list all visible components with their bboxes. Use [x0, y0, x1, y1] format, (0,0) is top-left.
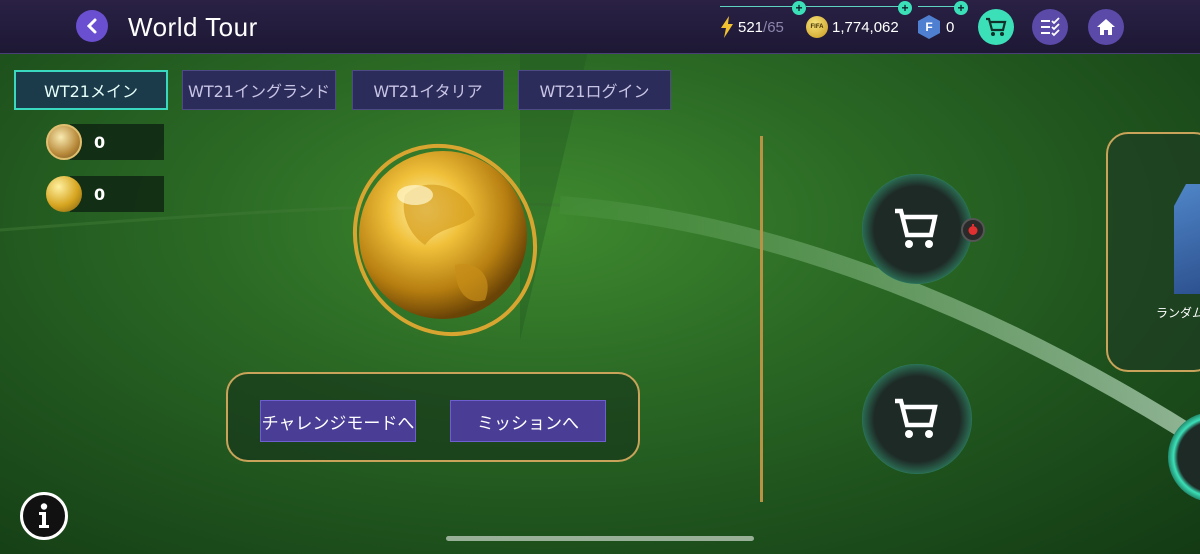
- chevron-left-icon: [86, 18, 97, 34]
- home-indicator: [446, 536, 754, 541]
- home-button[interactable]: [1088, 9, 1124, 45]
- mission-button[interactable]: ミッションへ: [450, 400, 606, 442]
- timer-icon: [961, 218, 985, 242]
- add-energy-button[interactable]: +: [792, 1, 806, 15]
- badge-token-value: 0: [94, 132, 106, 152]
- reward-card[interactable]: ランダム: [1106, 132, 1200, 372]
- tab-wt21-login[interactable]: WT21ログイン: [518, 70, 671, 110]
- challenge-mode-button[interactable]: チャレンジモードへ: [260, 400, 416, 442]
- lightning-icon: [721, 16, 733, 38]
- fifa-points-value: 0: [946, 18, 955, 36]
- home-icon: [1097, 19, 1115, 35]
- badge-token-icon: [46, 124, 82, 160]
- player-card-icon: [1174, 184, 1200, 294]
- section-divider: [760, 136, 763, 502]
- info-button[interactable]: [20, 492, 68, 540]
- badge-token-counter: 0: [46, 124, 164, 160]
- info-icon: [39, 503, 49, 528]
- action-panel: チャレンジモードへ ミッションへ: [226, 372, 640, 462]
- tab-wt21-italy[interactable]: WT21イタリア: [352, 70, 504, 110]
- cart-icon: [895, 398, 938, 438]
- energy-max: /65: [763, 18, 784, 36]
- coins-value: 1,774,062: [832, 18, 899, 36]
- back-button[interactable]: [76, 10, 108, 42]
- store-button[interactable]: [978, 9, 1014, 45]
- gold-ball-value: 0: [94, 184, 106, 204]
- next-node[interactable]: [1168, 412, 1200, 502]
- shop-node-2[interactable]: [862, 364, 972, 474]
- cart-icon: [895, 208, 938, 248]
- gold-ball-icon: [46, 176, 82, 212]
- fifa-points-counter[interactable]: + F 0: [918, 1, 968, 40]
- add-coins-button[interactable]: +: [898, 1, 912, 15]
- reward-label: ランダム: [1156, 306, 1200, 320]
- golden-globe-trophy-icon: [352, 143, 538, 337]
- coins-counter[interactable]: + FIFA 1,774,062: [806, 1, 912, 40]
- top-bar: World Tour + 521/65 + FIFA 1,774,062 + F…: [0, 0, 1200, 54]
- fifa-coin-icon: FIFA: [806, 16, 828, 38]
- tab-wt21-main[interactable]: WT21メイン: [14, 70, 168, 110]
- energy-current: 521: [738, 18, 764, 36]
- shop-node-1[interactable]: [862, 174, 972, 284]
- fifa-points-icon: F: [918, 15, 940, 39]
- checklist-icon: [1041, 17, 1060, 37]
- add-fifa-points-button[interactable]: +: [954, 1, 968, 15]
- gold-ball-counter: 0: [46, 176, 164, 212]
- tasks-button[interactable]: [1032, 9, 1068, 45]
- cart-icon: [986, 17, 1007, 36]
- energy-counter[interactable]: + 521/65: [720, 1, 806, 40]
- page-title: World Tour: [128, 12, 258, 42]
- tab-wt21-england[interactable]: WT21イングランド: [182, 70, 336, 110]
